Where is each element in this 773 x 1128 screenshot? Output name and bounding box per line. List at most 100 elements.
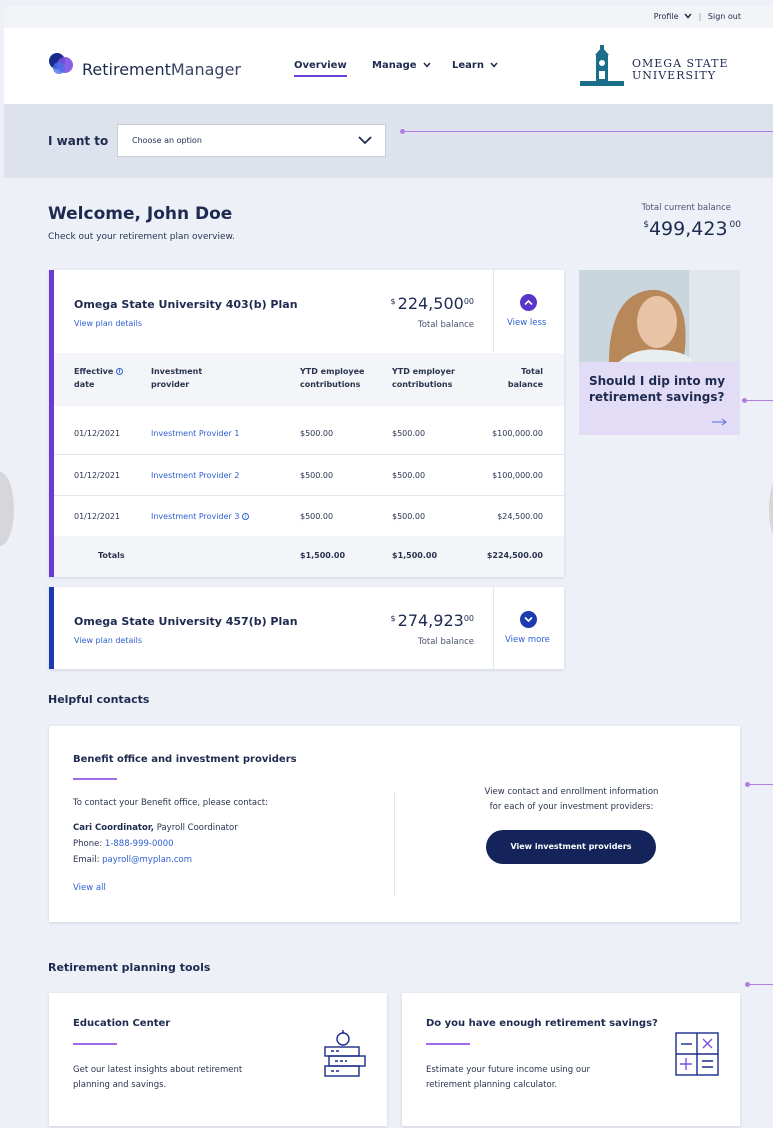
i-want-to-select[interactable]: Choose an option [117,124,386,157]
university-tower-icon [580,45,624,86]
chevron-up-icon [524,299,533,306]
promo-title-line2: retirement savings? [589,390,725,404]
row-date: 01/12/2021 [74,471,121,480]
row-total: $100,000.00 [492,471,543,480]
currency-symbol: $ [390,297,396,306]
woman-portrait-image [579,270,740,362]
utility-links: Profile | Sign out [654,12,741,21]
accent-divider [426,1043,470,1045]
annotation-line [746,400,773,401]
plan-balance-cents: 00 [463,297,474,306]
nav-manage[interactable]: Manage [372,60,431,71]
brand-name[interactable]: RetirementManager [82,60,241,79]
row-provider-link[interactable]: Investment Provider 1 [151,429,239,438]
row-ytd-employer: $500.00 [392,471,426,480]
totals-ytd-employee: $1,500.00 [300,551,346,560]
currency-symbol: $ [643,220,649,230]
row-date: 01/12/2021 [74,512,121,521]
education-center-card[interactable]: Education Center Get our latest insights… [49,993,387,1126]
chevron-down-icon [358,136,372,145]
plan-balance-label: Total balance [417,320,474,330]
info-icon[interactable]: i [241,513,249,520]
row-ytd-employer: $500.00 [392,429,426,438]
nav-overview[interactable]: Overview [294,60,347,77]
col-ytd-employee-line2: contributions [300,380,361,389]
tool-description-line1: Get our latest insights about retirement [73,1065,243,1075]
row-provider-link[interactable]: Investment Provider 3 [151,512,239,521]
plan-table-header: Effective i date Investment provider YTD… [54,353,564,406]
row-provider-cell: Investment Provider 3 i [151,512,249,521]
plan-balance-cents: 00 [463,614,474,623]
nav-manage-label: Manage [372,60,417,71]
chevron-down-icon [490,62,499,68]
savings-calculator-card[interactable]: Do you have enough retirement savings? E… [402,993,740,1126]
row-total: $24,500.00 [497,512,543,521]
annotation-line [404,131,773,132]
view-plan-details-link[interactable]: View plan details [74,636,142,645]
plan-title: Omega State University 457(b) Plan [74,615,298,628]
plan-balance-label: Total balance [417,637,474,647]
row-provider-link[interactable]: Investment Provider 2 [151,471,239,480]
tool-title: Do you have enough retirement savings? [426,1018,658,1029]
collapse-toggle-button[interactable] [520,294,537,311]
totals-row: Totals $1,500.00 $1,500.00 $224,500.00 [54,536,564,577]
promo-title: Should I dip into my retirement savings? [589,373,725,405]
chevron-down-icon [423,62,431,68]
total-balance-amount: $499,423 00 [643,218,741,240]
profile-link[interactable]: Profile [654,12,679,21]
row-date: 01/12/2021 [74,429,121,438]
contact-email-label: Email: [73,855,103,865]
promo-card[interactable]: Should I dip into my retirement savings? [579,270,740,435]
col-investment-provider-line1: Investment [151,367,203,376]
providers-description: View contact and enrollment information … [449,785,694,815]
view-all-link[interactable]: View all [73,883,106,893]
contact-name: Cari Coordinator, [73,823,155,833]
col-ytd-employer: YTD employer contributions [392,365,455,391]
col-ytd-employer-line1: YTD employer [392,367,455,376]
total-balance-cents: 00 [729,220,741,230]
contact-phone-label: Phone: [73,839,105,849]
providers-description-line2: for each of your investment providers: [489,802,654,812]
planning-tools-title: Retirement planning tools [48,961,211,974]
utility-bar: Profile | Sign out [4,6,773,28]
plan-balance-amount: $224,50000 [391,294,474,313]
divider [394,792,395,896]
contact-name-line: Cari Coordinator, Payroll Coordinator [73,823,238,833]
carousel-next-handle[interactable] [769,472,773,546]
chevron-down-icon[interactable] [684,13,692,19]
books-apple-icon [324,1030,366,1077]
sign-out-link[interactable]: Sign out [708,12,741,21]
col-ytd-employee: YTD employee contributions [300,365,364,391]
annotation-line [749,984,773,985]
view-investment-providers-button[interactable]: View investment providers [486,830,656,864]
view-plan-details-link[interactable]: View plan details [74,319,142,328]
i-want-to-label: I want to [48,134,109,148]
expand-toggle-button[interactable] [520,611,537,628]
utility-divider: | [698,12,702,21]
tool-title: Education Center [73,1018,171,1029]
contact-email-line: Email: payroll@myplan.com [73,855,192,865]
col-ytd-employee-line1: YTD employee [300,367,365,376]
info-icon[interactable]: i [116,368,124,375]
nav-learn[interactable]: Learn [452,60,499,71]
brand-logo-icon[interactable] [48,52,78,76]
tool-description-line2: planning and savings. [73,1080,167,1090]
col-investment-provider-line2: provider [151,380,190,389]
divider [493,270,494,352]
col-effective-date-line2: date [74,380,95,389]
brand-name-bold: Retirement [82,60,171,79]
tool-description: Get our latest insights about retirement… [73,1063,242,1093]
view-more-link[interactable]: View more [505,635,550,645]
row-ytd-employee: $500.00 [300,512,334,521]
total-balance-whole: 499,423 [648,218,728,240]
arrow-right-icon[interactable] [712,418,730,426]
view-less-link[interactable]: View less [507,318,546,328]
col-investment-provider: Investment provider [151,365,202,391]
contact-email-link[interactable]: payroll@myplan.com [102,855,192,865]
col-ytd-employer-line2: contributions [392,380,453,389]
nav-learn-label: Learn [452,60,484,71]
carousel-prev-handle[interactable] [0,472,14,546]
total-balance-label: Total current balance [641,203,731,213]
contact-phone-link[interactable]: 1-888-999-0000 [105,839,174,849]
totals-total: $224,500.00 [486,551,543,560]
